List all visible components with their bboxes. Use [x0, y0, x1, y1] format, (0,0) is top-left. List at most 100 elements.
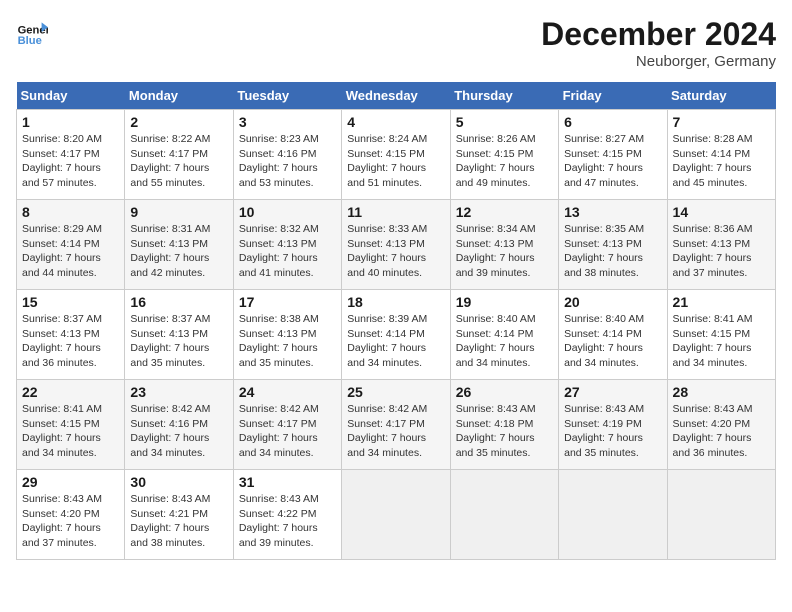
day-detail: Sunrise: 8:41 AM Sunset: 4:15 PM Dayligh…	[22, 402, 119, 461]
header-tuesday: Tuesday	[233, 82, 341, 110]
day-detail: Sunrise: 8:20 AM Sunset: 4:17 PM Dayligh…	[22, 132, 119, 191]
calendar-day	[342, 470, 450, 560]
calendar-day: 5 Sunrise: 8:26 AM Sunset: 4:15 PM Dayli…	[450, 110, 558, 200]
calendar-day	[450, 470, 558, 560]
day-number: 29	[22, 474, 119, 490]
calendar-day: 7 Sunrise: 8:28 AM Sunset: 4:14 PM Dayli…	[667, 110, 775, 200]
day-detail: Sunrise: 8:38 AM Sunset: 4:13 PM Dayligh…	[239, 312, 336, 371]
day-detail: Sunrise: 8:33 AM Sunset: 4:13 PM Dayligh…	[347, 222, 444, 281]
title-block: December 2024 Neuborger, Germany	[541, 16, 776, 70]
day-detail: Sunrise: 8:35 AM Sunset: 4:13 PM Dayligh…	[564, 222, 661, 281]
day-number: 15	[22, 294, 119, 310]
calendar-day: 12 Sunrise: 8:34 AM Sunset: 4:13 PM Dayl…	[450, 200, 558, 290]
day-number: 12	[456, 204, 553, 220]
day-detail: Sunrise: 8:43 AM Sunset: 4:18 PM Dayligh…	[456, 402, 553, 461]
calendar-day: 19 Sunrise: 8:40 AM Sunset: 4:14 PM Dayl…	[450, 290, 558, 380]
calendar-day	[667, 470, 775, 560]
day-number: 19	[456, 294, 553, 310]
day-number: 7	[673, 114, 770, 130]
day-number: 31	[239, 474, 336, 490]
calendar-day: 29 Sunrise: 8:43 AM Sunset: 4:20 PM Dayl…	[17, 470, 125, 560]
day-number: 13	[564, 204, 661, 220]
day-number: 3	[239, 114, 336, 130]
calendar-day: 14 Sunrise: 8:36 AM Sunset: 4:13 PM Dayl…	[667, 200, 775, 290]
day-number: 1	[22, 114, 119, 130]
day-detail: Sunrise: 8:42 AM Sunset: 4:17 PM Dayligh…	[347, 402, 444, 461]
calendar-day: 13 Sunrise: 8:35 AM Sunset: 4:13 PM Dayl…	[559, 200, 667, 290]
calendar-week-5: 29 Sunrise: 8:43 AM Sunset: 4:20 PM Dayl…	[17, 470, 776, 560]
day-number: 28	[673, 384, 770, 400]
calendar-day: 23 Sunrise: 8:42 AM Sunset: 4:16 PM Dayl…	[125, 380, 233, 470]
calendar-day: 9 Sunrise: 8:31 AM Sunset: 4:13 PM Dayli…	[125, 200, 233, 290]
day-detail: Sunrise: 8:42 AM Sunset: 4:17 PM Dayligh…	[239, 402, 336, 461]
calendar-day: 16 Sunrise: 8:37 AM Sunset: 4:13 PM Dayl…	[125, 290, 233, 380]
day-number: 26	[456, 384, 553, 400]
day-number: 8	[22, 204, 119, 220]
calendar-day: 8 Sunrise: 8:29 AM Sunset: 4:14 PM Dayli…	[17, 200, 125, 290]
calendar-day: 31 Sunrise: 8:43 AM Sunset: 4:22 PM Dayl…	[233, 470, 341, 560]
day-number: 20	[564, 294, 661, 310]
calendar-day: 24 Sunrise: 8:42 AM Sunset: 4:17 PM Dayl…	[233, 380, 341, 470]
calendar-day: 3 Sunrise: 8:23 AM Sunset: 4:16 PM Dayli…	[233, 110, 341, 200]
header-monday: Monday	[125, 82, 233, 110]
header-row: Sunday Monday Tuesday Wednesday Thursday…	[17, 82, 776, 110]
calendar-week-2: 8 Sunrise: 8:29 AM Sunset: 4:14 PM Dayli…	[17, 200, 776, 290]
day-detail: Sunrise: 8:39 AM Sunset: 4:14 PM Dayligh…	[347, 312, 444, 371]
calendar-day: 11 Sunrise: 8:33 AM Sunset: 4:13 PM Dayl…	[342, 200, 450, 290]
day-number: 6	[564, 114, 661, 130]
day-number: 18	[347, 294, 444, 310]
calendar-day: 17 Sunrise: 8:38 AM Sunset: 4:13 PM Dayl…	[233, 290, 341, 380]
calendar-day: 18 Sunrise: 8:39 AM Sunset: 4:14 PM Dayl…	[342, 290, 450, 380]
day-detail: Sunrise: 8:22 AM Sunset: 4:17 PM Dayligh…	[130, 132, 227, 191]
header-saturday: Saturday	[667, 82, 775, 110]
day-number: 4	[347, 114, 444, 130]
day-number: 16	[130, 294, 227, 310]
day-number: 14	[673, 204, 770, 220]
day-detail: Sunrise: 8:43 AM Sunset: 4:19 PM Dayligh…	[564, 402, 661, 461]
day-detail: Sunrise: 8:29 AM Sunset: 4:14 PM Dayligh…	[22, 222, 119, 281]
calendar-table: Sunday Monday Tuesday Wednesday Thursday…	[16, 82, 776, 560]
calendar-day: 26 Sunrise: 8:43 AM Sunset: 4:18 PM Dayl…	[450, 380, 558, 470]
day-number: 11	[347, 204, 444, 220]
day-number: 24	[239, 384, 336, 400]
day-number: 9	[130, 204, 227, 220]
day-number: 25	[347, 384, 444, 400]
day-detail: Sunrise: 8:31 AM Sunset: 4:13 PM Dayligh…	[130, 222, 227, 281]
calendar-day: 21 Sunrise: 8:41 AM Sunset: 4:15 PM Dayl…	[667, 290, 775, 380]
day-number: 27	[564, 384, 661, 400]
day-detail: Sunrise: 8:41 AM Sunset: 4:15 PM Dayligh…	[673, 312, 770, 371]
calendar-week-4: 22 Sunrise: 8:41 AM Sunset: 4:15 PM Dayl…	[17, 380, 776, 470]
calendar-day: 4 Sunrise: 8:24 AM Sunset: 4:15 PM Dayli…	[342, 110, 450, 200]
calendar-day: 6 Sunrise: 8:27 AM Sunset: 4:15 PM Dayli…	[559, 110, 667, 200]
day-number: 5	[456, 114, 553, 130]
day-detail: Sunrise: 8:28 AM Sunset: 4:14 PM Dayligh…	[673, 132, 770, 191]
day-detail: Sunrise: 8:27 AM Sunset: 4:15 PM Dayligh…	[564, 132, 661, 191]
day-detail: Sunrise: 8:43 AM Sunset: 4:20 PM Dayligh…	[673, 402, 770, 461]
calendar-day: 1 Sunrise: 8:20 AM Sunset: 4:17 PM Dayli…	[17, 110, 125, 200]
day-detail: Sunrise: 8:43 AM Sunset: 4:22 PM Dayligh…	[239, 492, 336, 551]
day-detail: Sunrise: 8:43 AM Sunset: 4:21 PM Dayligh…	[130, 492, 227, 551]
calendar-day: 15 Sunrise: 8:37 AM Sunset: 4:13 PM Dayl…	[17, 290, 125, 380]
day-detail: Sunrise: 8:32 AM Sunset: 4:13 PM Dayligh…	[239, 222, 336, 281]
day-detail: Sunrise: 8:43 AM Sunset: 4:20 PM Dayligh…	[22, 492, 119, 551]
day-detail: Sunrise: 8:40 AM Sunset: 4:14 PM Dayligh…	[456, 312, 553, 371]
calendar-day: 30 Sunrise: 8:43 AM Sunset: 4:21 PM Dayl…	[125, 470, 233, 560]
header-wednesday: Wednesday	[342, 82, 450, 110]
day-detail: Sunrise: 8:36 AM Sunset: 4:13 PM Dayligh…	[673, 222, 770, 281]
logo-icon: General Blue	[16, 16, 48, 48]
calendar-day: 22 Sunrise: 8:41 AM Sunset: 4:15 PM Dayl…	[17, 380, 125, 470]
day-detail: Sunrise: 8:37 AM Sunset: 4:13 PM Dayligh…	[130, 312, 227, 371]
day-detail: Sunrise: 8:26 AM Sunset: 4:15 PM Dayligh…	[456, 132, 553, 191]
logo: General Blue	[16, 16, 48, 48]
day-number: 22	[22, 384, 119, 400]
header-thursday: Thursday	[450, 82, 558, 110]
day-detail: Sunrise: 8:24 AM Sunset: 4:15 PM Dayligh…	[347, 132, 444, 191]
calendar-week-3: 15 Sunrise: 8:37 AM Sunset: 4:13 PM Dayl…	[17, 290, 776, 380]
header-sunday: Sunday	[17, 82, 125, 110]
month-title: December 2024	[541, 16, 776, 53]
calendar-day: 27 Sunrise: 8:43 AM Sunset: 4:19 PM Dayl…	[559, 380, 667, 470]
day-number: 23	[130, 384, 227, 400]
calendar-day: 2 Sunrise: 8:22 AM Sunset: 4:17 PM Dayli…	[125, 110, 233, 200]
day-detail: Sunrise: 8:34 AM Sunset: 4:13 PM Dayligh…	[456, 222, 553, 281]
day-detail: Sunrise: 8:42 AM Sunset: 4:16 PM Dayligh…	[130, 402, 227, 461]
